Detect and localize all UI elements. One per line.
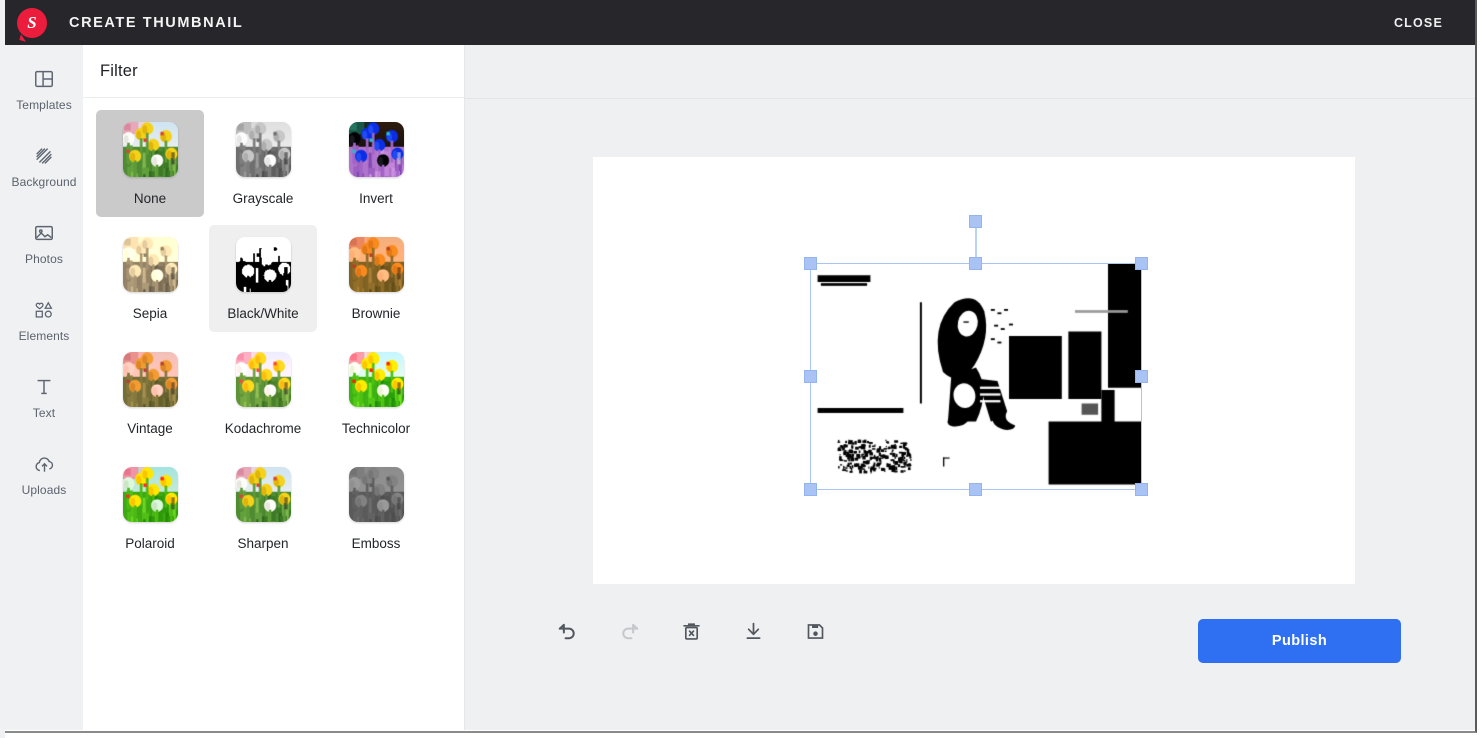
filter-thumbnail: [123, 122, 178, 177]
filter-thumbnail: [123, 467, 178, 522]
sidebar-item-label: Photos: [25, 252, 63, 266]
filter-option-label: Technicolor: [342, 421, 410, 436]
sidebar-item-photos[interactable]: Photos: [5, 209, 83, 275]
save-button[interactable]: [801, 620, 829, 648]
selected-image-object[interactable]: [811, 264, 1141, 489]
redo-arrow-icon: [618, 620, 641, 648]
floppy-disk-icon: [805, 621, 826, 647]
canvas-photo: [811, 264, 1141, 489]
snapchat-style-bubble-logo: S: [17, 8, 47, 38]
editor-stage: Publish: [465, 45, 1475, 730]
filter-thumbnail: [236, 352, 291, 407]
filter-thumbnail: [349, 122, 404, 177]
publish-button[interactable]: Publish: [1198, 619, 1401, 663]
filter-thumbnail: [236, 467, 291, 522]
resize-handle-top-right[interactable]: [1135, 257, 1148, 270]
sidebar-item-background[interactable]: Background: [5, 132, 83, 198]
filter-option-label: Emboss: [352, 536, 401, 551]
rotate-handle[interactable]: [969, 215, 982, 228]
create-thumbnail-modal: S CREATE THUMBNAIL CLOSE Templates Backg…: [5, 0, 1477, 733]
app-header: S CREATE THUMBNAIL CLOSE: [5, 0, 1475, 45]
filter-option-label: Polaroid: [125, 536, 175, 551]
sidebar-item-label: Uploads: [22, 483, 67, 497]
filter-option-grayscale[interactable]: Grayscale: [209, 110, 317, 217]
sidebar-item-elements[interactable]: Elements: [5, 286, 83, 352]
filter-option-label: Grayscale: [233, 191, 294, 206]
shapes-icon: [31, 297, 57, 323]
filter-thumbnail: [236, 122, 291, 177]
filter-option-none[interactable]: None: [96, 110, 204, 217]
sidebar-item-label: Templates: [16, 98, 72, 112]
resize-handle-top-left[interactable]: [804, 257, 817, 270]
cloud-upload-icon: [31, 451, 57, 477]
filter-option-label: Vintage: [127, 421, 173, 436]
filter-thumbnail: [236, 237, 291, 292]
undo-arrow-icon: [556, 620, 579, 648]
layout-template-icon: [31, 66, 57, 92]
delete-button[interactable]: [677, 620, 705, 648]
filter-option-label: Invert: [359, 191, 393, 206]
resize-handle-bottom-right[interactable]: [1135, 483, 1148, 496]
filter-option-technicolor[interactable]: Technicolor: [322, 340, 430, 447]
filter-option-polaroid[interactable]: Polaroid: [96, 455, 204, 562]
image-icon: [31, 220, 57, 246]
filter-thumbnail: [349, 237, 404, 292]
editor-toolbar: [553, 620, 829, 648]
page-title: CREATE THUMBNAIL: [69, 15, 243, 31]
sidebar-item-text[interactable]: Text: [5, 363, 83, 429]
filter-option-emboss[interactable]: Emboss: [322, 455, 430, 562]
filter-panel-title: Filter: [100, 62, 138, 81]
filter-option-sharpen[interactable]: Sharpen: [209, 455, 317, 562]
filter-option-vintage[interactable]: Vintage: [96, 340, 204, 447]
stage-divider: [465, 98, 1475, 99]
sidebar-item-label: Background: [11, 175, 76, 189]
sidebar-item-label: Elements: [19, 329, 70, 343]
close-button[interactable]: CLOSE: [1394, 16, 1443, 30]
resize-handle-top-center[interactable]: [969, 257, 982, 270]
filter-option-invert[interactable]: Invert: [322, 110, 430, 217]
logo-letter: S: [27, 13, 36, 33]
filter-option-label: Brownie: [352, 306, 401, 321]
app-root: S CREATE THUMBNAIL CLOSE Templates Backg…: [0, 0, 1482, 738]
filter-option-label: Sepia: [133, 306, 168, 321]
redo-button[interactable]: [615, 620, 643, 648]
filter-option-sepia[interactable]: Sepia: [96, 225, 204, 332]
filter-grid: None Grayscale Invert Sepia Black/White Brown…: [83, 98, 464, 570]
resize-handle-middle-right[interactable]: [1135, 370, 1148, 383]
resize-handle-bottom-left[interactable]: [804, 483, 817, 496]
filter-option-kodachrome[interactable]: Kodachrome: [209, 340, 317, 447]
sidebar: Templates Background Photos Elements Tex…: [5, 45, 83, 730]
download-button[interactable]: [739, 620, 767, 648]
sidebar-item-label: Text: [33, 406, 55, 420]
filter-panel: Filter None Grayscale Invert Sepia Black/Whi…: [83, 45, 465, 730]
artboard[interactable]: [593, 157, 1355, 584]
filter-option-label: None: [134, 191, 166, 206]
download-arrow-icon: [743, 621, 764, 647]
sidebar-item-templates[interactable]: Templates: [5, 55, 83, 121]
resize-handle-middle-left[interactable]: [804, 370, 817, 383]
filter-option-black-white[interactable]: Black/White: [209, 225, 317, 332]
resize-handle-bottom-center[interactable]: [969, 483, 982, 496]
filter-option-label: Kodachrome: [225, 421, 302, 436]
bottom-spacer: [5, 730, 1477, 733]
filter-thumbnail: [349, 352, 404, 407]
trash-x-icon: [681, 621, 702, 647]
sidebar-item-uploads[interactable]: Uploads: [5, 440, 83, 506]
hatch-pattern-icon: [31, 143, 57, 169]
filter-panel-header: Filter: [83, 45, 464, 98]
filter-thumbnail: [349, 467, 404, 522]
filter-option-label: Sharpen: [237, 536, 288, 551]
filter-option-brownie[interactable]: Brownie: [322, 225, 430, 332]
text-t-icon: [31, 374, 57, 400]
filter-option-label: Black/White: [227, 306, 298, 321]
filter-thumbnail: [123, 237, 178, 292]
filter-thumbnail: [123, 352, 178, 407]
undo-button[interactable]: [553, 620, 581, 648]
